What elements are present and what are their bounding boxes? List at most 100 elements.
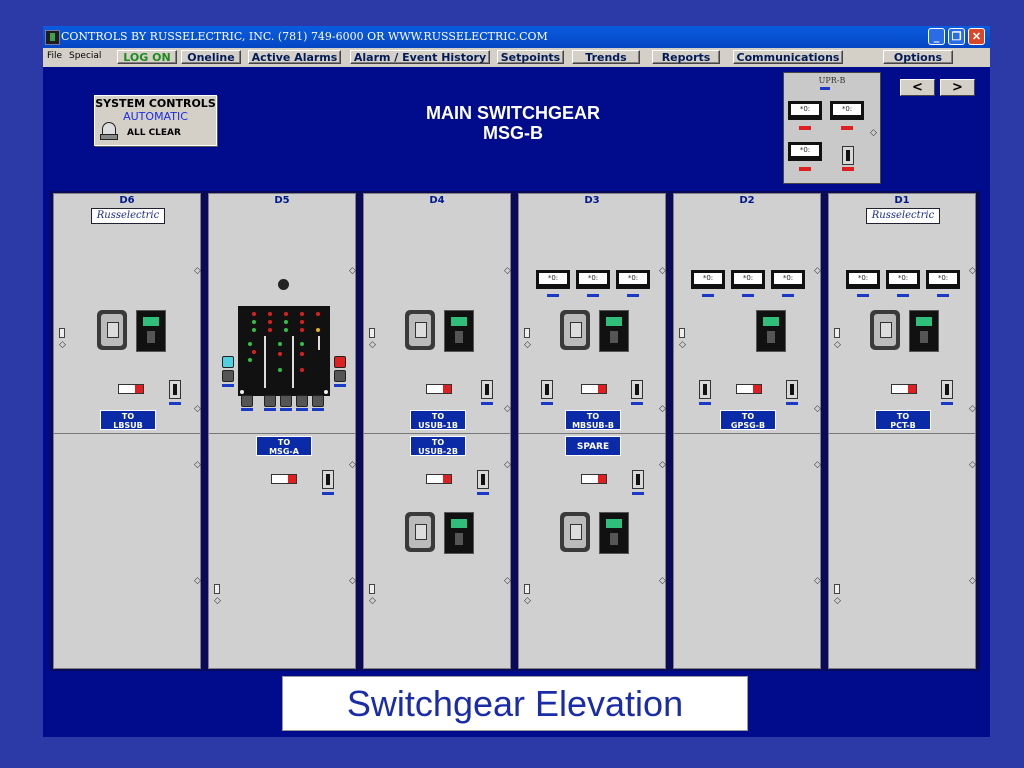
communications-button[interactable]: Communications [733, 50, 843, 64]
relay-icon[interactable] [909, 310, 939, 352]
small-diamond-icon: ◇ [524, 340, 531, 350]
panel-d3[interactable]: D3 *0: *0: *0: ◇ ◇ ◇ TOMBSUB-B SPARE ◇ [518, 193, 666, 669]
upr-b-panel[interactable]: UPR-B *0: *0: *0: ◇ [783, 72, 881, 184]
small-diamond-icon: ◇ [504, 266, 511, 276]
restore-button[interactable]: ❐ [948, 28, 965, 45]
selector-switch-icon[interactable] [699, 380, 711, 399]
previous-button[interactable]: < [900, 79, 935, 96]
pushbutton-icon[interactable] [264, 395, 276, 407]
small-diamond-icon: ◇ [214, 596, 221, 606]
app-icon [45, 30, 60, 45]
cubicle-divider [519, 433, 665, 434]
selector-switch-icon[interactable] [481, 380, 493, 399]
meter-icon: *0: [788, 142, 822, 161]
pushbutton-icon[interactable] [296, 395, 308, 407]
selector-switch-icon[interactable] [632, 470, 644, 489]
upr-indicator-icon [820, 87, 830, 90]
panel-name: D1 [894, 195, 910, 206]
russelectric-logo: Russelectric [866, 208, 940, 224]
pushbutton-icon[interactable] [312, 395, 324, 407]
status-indicator-icon [426, 384, 452, 394]
relay-icon[interactable] [756, 310, 786, 352]
relay-icon[interactable] [599, 512, 629, 554]
small-diamond-icon: ◇ [814, 404, 821, 414]
panel-name: D6 [119, 195, 135, 206]
small-diamond-icon: ◇ [59, 340, 66, 350]
panel-d2[interactable]: D2 *0: *0: *0: ◇ ◇ ◇ TO GPSG-B ◇ ◇ [673, 193, 821, 669]
status-indicator-icon [736, 384, 762, 394]
switchgear-lineup: D6 Russelectric ◇ ◇ ◇ TO LBSUB ◇ ◇ D5 ◇ … [50, 191, 980, 671]
meter-icon: *0: [926, 270, 960, 297]
minimize-button[interactable]: _ [928, 28, 945, 45]
door-latch-icon [59, 328, 65, 338]
switch-indicator-icon [264, 408, 276, 411]
selector-switch-icon[interactable] [786, 380, 798, 399]
feeder-label-lower: TO MSG-A [256, 436, 312, 456]
panel-d4[interactable]: D4 ◇ ◇ ◇ TO USUB-1B TO USUB-2B ◇ ◇ ◇ [363, 193, 511, 669]
cubicle-divider [54, 433, 200, 434]
small-diamond-icon: ◇ [969, 404, 976, 414]
switch-indicator-icon [632, 492, 644, 495]
cubicle-divider [364, 433, 510, 434]
relay-icon[interactable] [444, 310, 474, 352]
switch-indicator-icon [786, 402, 798, 405]
reports-button[interactable]: Reports [652, 50, 720, 64]
switch-indicator-icon [481, 402, 493, 405]
setpoints-button[interactable]: Setpoints [497, 50, 564, 64]
small-diamond-icon: ◇ [834, 340, 841, 350]
panel-d1[interactable]: D1 Russelectric *0: *0: *0: ◇ ◇ ◇ TO PCT-… [828, 193, 976, 669]
selector-switch-icon[interactable] [477, 470, 489, 489]
active-alarms-button[interactable]: Active Alarms [248, 50, 341, 64]
system-controls-panel[interactable]: SYSTEM CONTROLS AUTOMATIC ALL CLEAR [94, 95, 217, 146]
oneline-button[interactable]: Oneline [181, 50, 241, 64]
panel-d6[interactable]: D6 Russelectric ◇ ◇ ◇ TO LBSUB ◇ ◇ [53, 193, 201, 669]
feeder-label-lower: TO USUB-2B [410, 436, 466, 456]
close-button[interactable]: ✕ [968, 28, 985, 45]
log-on-button[interactable]: LOG ON [117, 50, 177, 64]
switch-indicator-icon [322, 492, 334, 495]
feeder-label-upper: TO MBSUB-B [565, 410, 621, 430]
alarm-event-history-button[interactable]: Alarm / Event History [350, 50, 490, 64]
meter-icon: *0: [536, 270, 570, 297]
next-button[interactable]: > [940, 79, 975, 96]
red-indicator-icon [799, 126, 811, 130]
trends-button[interactable]: Trends [572, 50, 640, 64]
small-diamond-icon: ◇ [870, 128, 877, 138]
switch-indicator-icon [541, 402, 553, 405]
panel-name: D2 [739, 195, 755, 206]
small-diamond-icon: ◇ [504, 576, 511, 586]
window-title: CONTROLS BY RUSSELECTRIC, INC. (781) 749… [61, 30, 548, 43]
annunciator-panel-icon[interactable] [238, 306, 330, 396]
options-button[interactable]: Options [883, 50, 953, 64]
breaker-icon[interactable] [405, 512, 435, 552]
small-diamond-icon: ◇ [349, 460, 356, 470]
panel-name: D5 [274, 195, 290, 206]
panel-d5[interactable]: D5 ◇ TO MSG-A ◇ ◇ ◇ [208, 193, 356, 669]
control-switch-icon[interactable] [222, 370, 234, 382]
status-indicator-icon [118, 384, 144, 394]
relay-icon[interactable] [136, 310, 166, 352]
selector-switch-icon[interactable] [941, 380, 953, 399]
breaker-icon[interactable] [560, 310, 590, 350]
breaker-icon[interactable] [870, 310, 900, 350]
menu-file[interactable]: File [47, 51, 62, 61]
switch-indicator-icon [241, 408, 253, 411]
selector-switch-icon[interactable] [541, 380, 553, 399]
selector-switch-icon[interactable] [322, 470, 334, 489]
breaker-icon[interactable] [560, 512, 590, 552]
pushbutton-icon[interactable] [280, 395, 292, 407]
small-diamond-icon: ◇ [659, 576, 666, 586]
breaker-icon[interactable] [97, 310, 127, 350]
breaker-icon[interactable] [405, 310, 435, 350]
control-switch-icon[interactable] [334, 370, 346, 382]
upr-b-label: UPR-B [818, 76, 846, 85]
meter-icon: *0: [886, 270, 920, 297]
switch-indicator-icon [699, 402, 711, 405]
menu-special[interactable]: Special [69, 51, 101, 61]
pushbutton-icon[interactable] [241, 395, 253, 407]
selector-switch-icon[interactable] [842, 146, 854, 165]
selector-switch-icon[interactable] [631, 380, 643, 399]
relay-icon[interactable] [444, 512, 474, 554]
selector-switch-icon[interactable] [169, 380, 181, 399]
relay-icon[interactable] [599, 310, 629, 352]
